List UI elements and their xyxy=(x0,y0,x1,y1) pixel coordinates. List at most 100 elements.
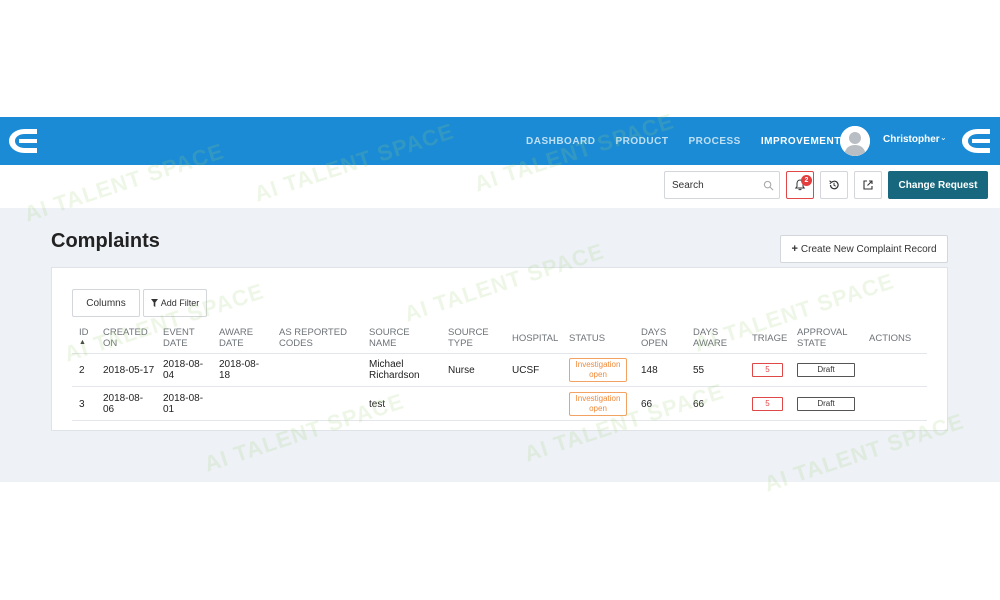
col-header-hospital[interactable]: HOSPITAL xyxy=(512,333,558,344)
col-header-line-1: TRIAGE xyxy=(752,333,788,344)
cell-line: test xyxy=(369,399,386,410)
create-complaint-label: Create New Complaint Record xyxy=(800,243,937,255)
notification-count-badge: 2 xyxy=(801,175,812,186)
external-link-button[interactable] xyxy=(854,171,882,199)
history-icon xyxy=(829,180,839,190)
app-page: DASHBOARD PRODUCT PROCESS IMPROVEMENT Ch… xyxy=(0,0,1000,600)
top-nav-bar: DASHBOARD PRODUCT PROCESS IMPROVEMENT Ch… xyxy=(0,117,1000,165)
search-icon xyxy=(763,180,774,191)
status-badge: Investigation open xyxy=(569,358,627,382)
app-logo-icon[interactable] xyxy=(7,127,43,155)
status-badge: Investigation open xyxy=(569,392,627,416)
col-header-line-1: DAYS xyxy=(641,327,667,338)
main-nav: DASHBOARD PRODUCT PROCESS IMPROVEMENT xyxy=(526,117,861,165)
add-filter-label: Add Filter xyxy=(160,298,200,308)
col-header-line-2: OPEN xyxy=(641,338,668,349)
external-link-icon xyxy=(863,180,873,190)
cell-source-name: test xyxy=(369,399,385,410)
complaints-table-card: Columns Add Filter ID ▲ CREATED ON EVENT… xyxy=(51,267,948,431)
col-header-line-2: STATE xyxy=(797,338,827,349)
col-header-line-2: NAME xyxy=(369,338,397,349)
col-header-line-1: HOSPITAL xyxy=(512,333,559,344)
cell-days-aware: 55 xyxy=(693,365,705,376)
cell-line: Michael xyxy=(369,359,404,370)
col-header-line-2: CODES xyxy=(279,338,313,349)
cell-line: 2018-08- xyxy=(163,359,204,370)
col-header-source-type[interactable]: SOURCE TYPE xyxy=(448,327,489,349)
plus-icon: + xyxy=(791,243,798,255)
cell-created-on: 2018-08- 06 xyxy=(103,393,143,415)
change-request-button[interactable]: Change Request xyxy=(888,171,988,199)
cell-line: 2018-08- xyxy=(103,393,144,404)
col-header-line-2: TYPE xyxy=(448,338,473,349)
col-header-line-2: ON xyxy=(103,338,118,349)
cell-event-date: 2018-08- 04 xyxy=(163,359,203,381)
search-input[interactable]: Search xyxy=(664,171,780,199)
col-header-id[interactable]: ID xyxy=(79,327,89,338)
col-header-days-open[interactable]: DAYS OPEN xyxy=(641,327,668,349)
user-menu-name[interactable]: Christopher xyxy=(883,134,940,145)
col-header-line-1: SOURCE xyxy=(448,327,489,338)
notifications-button[interactable]: 2 xyxy=(786,171,814,199)
col-header-line-1: CREATED xyxy=(103,327,148,338)
sort-ascending-icon[interactable]: ▲ xyxy=(79,339,86,346)
col-header-triage[interactable]: TRIAGE xyxy=(752,333,787,344)
col-header-status[interactable]: STATUS xyxy=(569,333,605,344)
main-content: Complaints + Create New Complaint Record… xyxy=(0,208,1000,482)
row-divider xyxy=(72,420,927,421)
cell-created-on: 2018-05-17 xyxy=(103,365,154,376)
col-header-as-reported-codes[interactable]: AS REPORTED CODES xyxy=(279,327,347,349)
cell-days-open: 148 xyxy=(641,365,658,376)
cell-aware-date: 2018-08- 18 xyxy=(219,359,259,381)
col-header-created-on[interactable]: CREATED ON xyxy=(103,327,148,349)
approval-state-badge: Draft xyxy=(797,363,855,377)
cell-line: 04 xyxy=(163,370,175,381)
user-avatar[interactable] xyxy=(840,126,870,156)
col-header-days-aware[interactable]: DAYS AWARE xyxy=(693,327,727,349)
col-header-approval-state[interactable]: APPROVAL STATE xyxy=(797,327,848,349)
status-line: Investigation xyxy=(575,360,621,369)
nav-process[interactable]: PROCESS xyxy=(688,136,740,147)
cell-line: 01 xyxy=(163,404,175,415)
add-filter-button[interactable]: Add Filter xyxy=(143,289,207,317)
triage-badge: 5 xyxy=(752,363,783,377)
status-line: open xyxy=(589,404,607,413)
cell-source-type: Nurse xyxy=(448,365,475,376)
triage-badge: 5 xyxy=(752,397,783,411)
nav-dashboard[interactable]: DASHBOARD xyxy=(526,136,596,147)
col-header-aware-date[interactable]: AWARE DATE xyxy=(219,327,253,349)
col-header-id-label: ID xyxy=(79,327,89,338)
col-header-event-date[interactable]: EVENT DATE xyxy=(163,327,195,349)
col-header-line-2: DATE xyxy=(219,338,244,349)
history-button[interactable] xyxy=(820,171,848,199)
col-header-line-2: AWARE xyxy=(693,338,728,349)
row-divider xyxy=(72,386,927,387)
app-logo-icon-right[interactable] xyxy=(960,127,996,155)
cell-line: 18 xyxy=(219,370,231,381)
status-line: open xyxy=(589,370,607,379)
col-header-line-1: AS REPORTED xyxy=(279,327,347,338)
toolbar: Search 2 Change Request xyxy=(0,165,1000,208)
cell-hospital: UCSF xyxy=(512,365,540,376)
nav-product[interactable]: PRODUCT xyxy=(616,136,669,147)
chevron-down-icon[interactable]: ⌄ xyxy=(940,133,947,142)
filter-icon xyxy=(150,299,158,307)
nav-improvement[interactable]: IMPROVEMENT xyxy=(761,136,841,147)
col-header-line-2: DATE xyxy=(163,338,188,349)
cell-source-name: Michael Richardson xyxy=(369,359,420,381)
col-header-line-1: ACTIONS xyxy=(869,333,912,344)
columns-button[interactable]: Columns xyxy=(72,289,140,317)
search-placeholder: Search xyxy=(672,180,704,191)
page-title: Complaints xyxy=(51,230,160,252)
col-header-line-1: AWARE xyxy=(219,327,254,338)
col-header-source-name[interactable]: SOURCE NAME xyxy=(369,327,410,349)
cell-line: 2018-05-17 xyxy=(103,365,155,376)
cell-line: 2018-08- xyxy=(219,359,260,370)
create-complaint-button[interactable]: + Create New Complaint Record xyxy=(780,235,948,263)
cell-line: 2018-08- xyxy=(163,393,204,404)
cell-id: 2 xyxy=(79,365,85,376)
cell-line: Richardson xyxy=(369,370,420,381)
col-header-line-1: DAYS xyxy=(693,327,719,338)
status-line: Investigation xyxy=(575,394,621,403)
cell-days-open: 66 xyxy=(641,399,653,410)
